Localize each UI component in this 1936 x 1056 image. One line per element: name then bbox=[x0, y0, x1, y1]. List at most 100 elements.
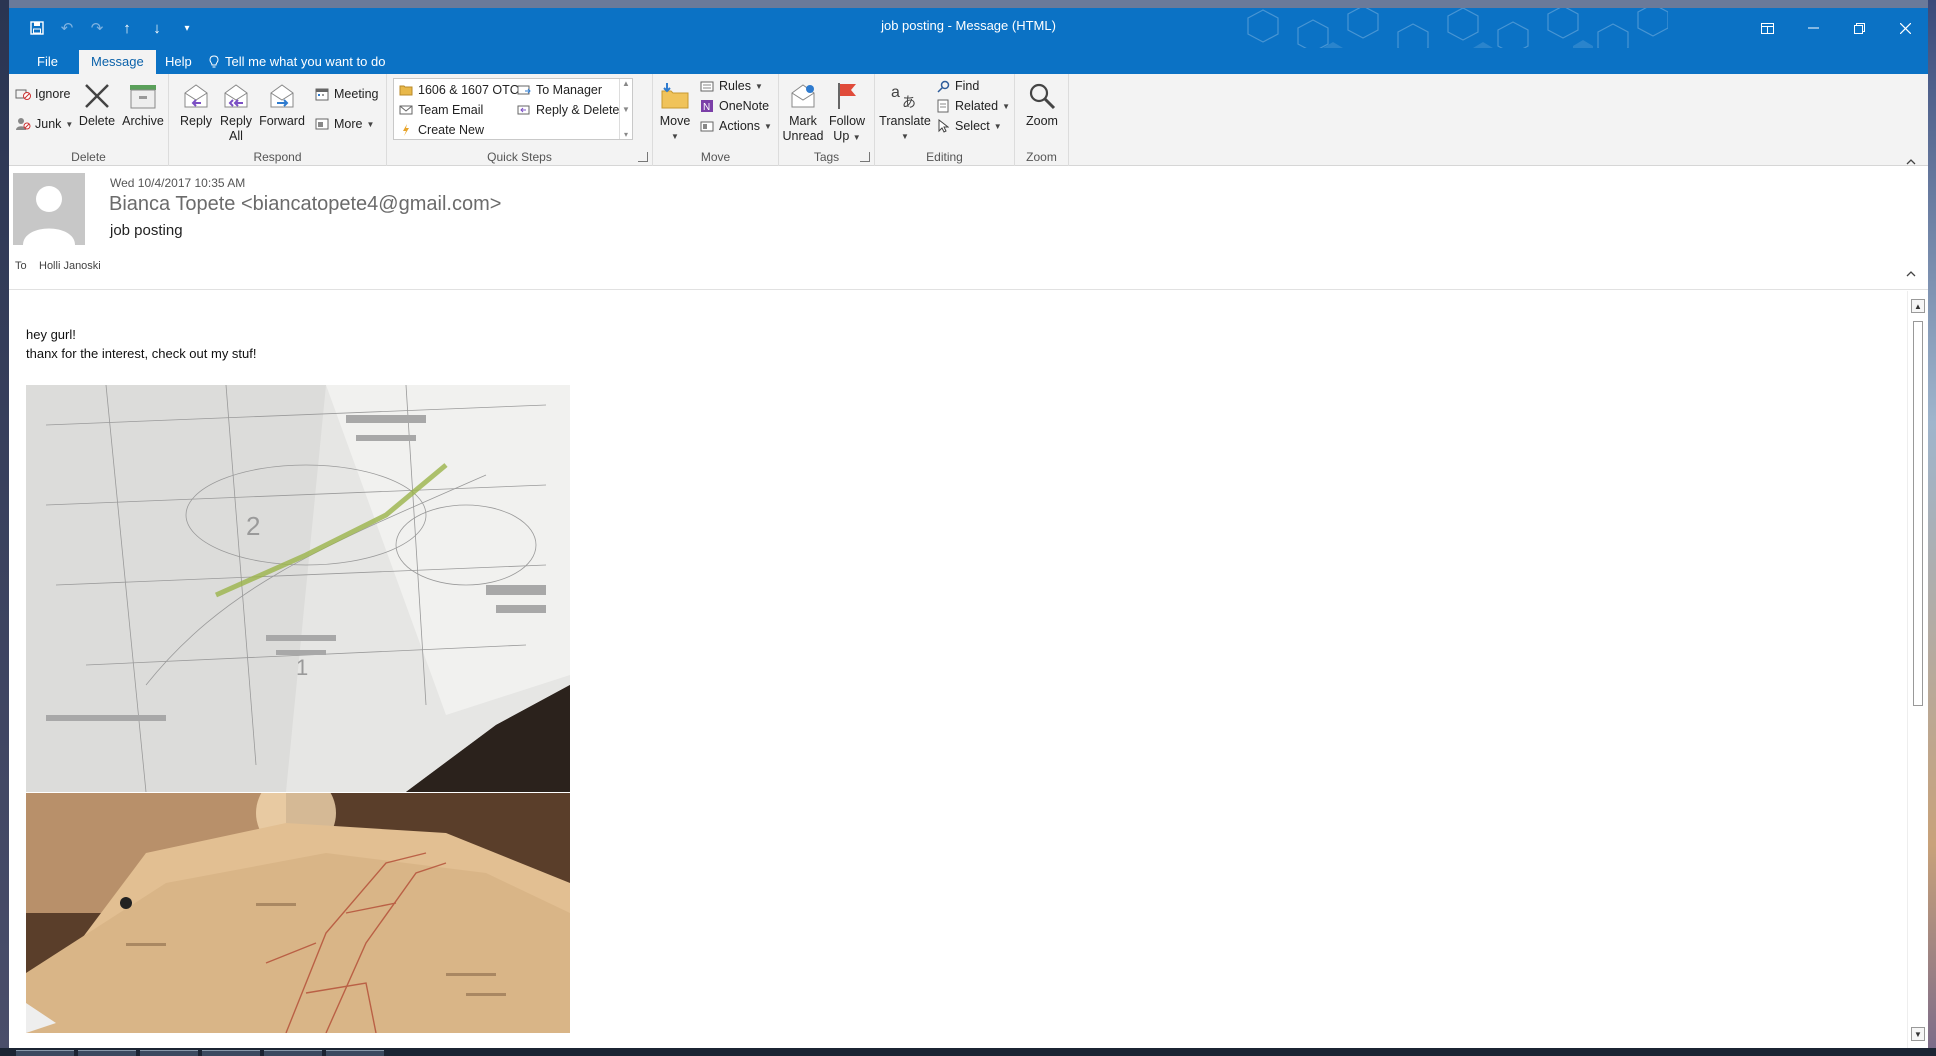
reply-all-button[interactable]: Reply All bbox=[217, 78, 255, 144]
forward-label: Forward bbox=[259, 114, 305, 128]
move-group: Move ▼ Rules ▼ N OneNote Actions ▼ Move bbox=[653, 74, 779, 166]
ribbon-display-options-icon[interactable] bbox=[1744, 8, 1790, 48]
close-icon[interactable] bbox=[1882, 8, 1928, 48]
taskbar-item[interactable] bbox=[202, 1050, 260, 1056]
actions-label: Actions bbox=[719, 119, 760, 133]
taskbar bbox=[0, 1048, 1936, 1056]
magnifier-icon bbox=[1025, 78, 1059, 114]
lightning-icon bbox=[398, 122, 414, 138]
rules-label: Rules bbox=[719, 79, 751, 93]
flag-icon bbox=[830, 78, 864, 114]
find-label: Find bbox=[955, 79, 980, 93]
svg-text:1: 1 bbox=[296, 655, 308, 680]
follow-up-button[interactable]: Follow Up ▼ bbox=[827, 78, 867, 145]
quick-steps-scroll[interactable]: ▲ ▼ ▾ bbox=[619, 79, 632, 139]
archive-icon bbox=[126, 78, 160, 114]
junk-button[interactable]: Junk ▼ bbox=[15, 116, 73, 132]
ribbon-tabs: File Message Help Tell me what you want … bbox=[9, 48, 1928, 74]
editing-group: aあ Translate ▼ Find Related ▼ Select ▼ E… bbox=[875, 74, 1015, 166]
quick-step-create-new[interactable]: Create New bbox=[398, 122, 484, 138]
zoom-button[interactable]: Zoom bbox=[1019, 78, 1065, 129]
reply-label: Reply bbox=[180, 114, 212, 128]
delete-icon bbox=[80, 78, 114, 114]
tab-message[interactable]: Message bbox=[79, 50, 156, 74]
quick-steps-group-label: Quick Steps bbox=[487, 150, 552, 164]
scroll-up-icon[interactable]: ▲ bbox=[1911, 299, 1925, 313]
outlook-message-window: ↶ ↷ ↑ ↓ ▾ job posting - Message (HTML) F… bbox=[9, 8, 1928, 1048]
search-icon bbox=[935, 78, 951, 94]
delete-label: Delete bbox=[78, 114, 116, 128]
chevron-down-icon: ▼ bbox=[754, 81, 763, 91]
reply-all-label-2: All bbox=[229, 129, 243, 143]
forward-button[interactable]: Forward bbox=[259, 78, 305, 129]
message-body: hey gurl! thanx for the interest, check … bbox=[9, 291, 1907, 1048]
tab-help[interactable]: Help bbox=[153, 50, 204, 74]
taskbar-item[interactable] bbox=[264, 1050, 322, 1056]
related-button[interactable]: Related ▼ bbox=[935, 98, 1010, 114]
scroll-down-icon[interactable]: ▼ bbox=[1911, 1027, 1925, 1041]
quick-step-1606-otc[interactable]: 1606 & 1607 OTC bbox=[398, 82, 519, 98]
taskbar-item[interactable] bbox=[140, 1050, 198, 1056]
follow-up-label-2: Up bbox=[833, 129, 850, 143]
delete-group-label: Delete bbox=[71, 150, 106, 164]
quick-step-label: 1606 & 1607 OTC bbox=[418, 83, 519, 97]
attached-photo-tracing bbox=[26, 793, 570, 1033]
select-button[interactable]: Select ▼ bbox=[935, 118, 1002, 134]
minimize-icon[interactable] bbox=[1790, 8, 1836, 48]
ignore-icon bbox=[15, 86, 31, 102]
more-respond-button[interactable]: More ▼ bbox=[314, 116, 374, 132]
translate-icon: aあ bbox=[888, 78, 922, 114]
cursor-icon bbox=[935, 118, 951, 134]
zoom-label: Zoom bbox=[1026, 114, 1058, 128]
expand-gallery-icon[interactable]: ▾ bbox=[624, 130, 628, 139]
chevron-down-icon: ▼ bbox=[671, 132, 679, 141]
find-button[interactable]: Find bbox=[935, 78, 979, 94]
more-label: More bbox=[334, 117, 363, 131]
chevron-down-icon: ▼ bbox=[1002, 101, 1011, 111]
rules-button[interactable]: Rules ▼ bbox=[699, 78, 763, 94]
related-label: Related bbox=[955, 99, 999, 113]
desktop-background-left bbox=[0, 0, 9, 1056]
chevron-down-icon: ▼ bbox=[65, 119, 74, 129]
chevron-down-icon[interactable]: ▼ bbox=[622, 105, 630, 114]
onenote-button[interactable]: N OneNote bbox=[699, 98, 769, 114]
mark-unread-label-2: Unread bbox=[782, 129, 824, 143]
taskbar-item[interactable] bbox=[78, 1050, 136, 1056]
recipient-name[interactable]: Holli Janoski bbox=[39, 260, 101, 272]
chevron-down-icon: ▼ bbox=[764, 121, 772, 131]
collapse-header-icon[interactable] bbox=[1906, 266, 1916, 280]
tell-me-search[interactable]: Tell me what you want to do bbox=[209, 54, 385, 69]
move-button[interactable]: Move ▼ bbox=[657, 78, 693, 144]
archive-button[interactable]: Archive bbox=[121, 78, 165, 129]
taskbar-item[interactable] bbox=[326, 1050, 384, 1056]
taskbar-item[interactable] bbox=[16, 1050, 74, 1056]
restore-icon[interactable] bbox=[1836, 8, 1882, 48]
meeting-button[interactable]: Meeting bbox=[314, 86, 378, 102]
body-text-line: thanx for the interest, check out my stu… bbox=[26, 346, 257, 361]
quick-step-to-manager[interactable]: To Manager bbox=[516, 82, 602, 98]
actions-button[interactable]: Actions ▼ bbox=[699, 118, 772, 134]
tab-file[interactable]: File bbox=[25, 50, 70, 74]
delete-button[interactable]: Delete bbox=[77, 78, 117, 129]
sender-name[interactable]: Bianca Topete <biancatopete4@gmail.com> bbox=[109, 193, 501, 216]
reply-button[interactable]: Reply bbox=[179, 78, 213, 129]
more-icon bbox=[314, 116, 330, 132]
scrollbar-thumb[interactable] bbox=[1913, 321, 1923, 706]
archive-label: Archive bbox=[122, 114, 164, 128]
chevron-up-icon[interactable]: ▲ bbox=[622, 79, 630, 88]
title-bar: ↶ ↷ ↑ ↓ ▾ job posting - Message (HTML) bbox=[9, 8, 1928, 66]
ignore-button[interactable]: Ignore bbox=[15, 86, 70, 102]
quick-step-team-email[interactable]: Team Email bbox=[398, 102, 483, 118]
attached-photo-blueprint: 2 1 bbox=[26, 385, 570, 792]
forward-icon bbox=[265, 78, 299, 114]
quick-step-reply-delete[interactable]: Reply & Delete bbox=[516, 102, 619, 118]
rules-icon bbox=[699, 78, 715, 94]
follow-up-label-1: Follow bbox=[828, 114, 866, 128]
svg-text:a: a bbox=[891, 84, 900, 101]
mark-unread-button[interactable]: Mark Unread bbox=[781, 78, 825, 144]
translate-button[interactable]: aあ Translate ▼ bbox=[879, 78, 931, 144]
message-scrollbar[interactable]: ▲ ▼ bbox=[1907, 291, 1928, 1048]
tags-group-label: Tags bbox=[813, 150, 840, 164]
ignore-label: Ignore bbox=[35, 87, 71, 101]
message-header: Wed 10/4/2017 10:35 AM Bianca Topete <bi… bbox=[9, 166, 1928, 290]
